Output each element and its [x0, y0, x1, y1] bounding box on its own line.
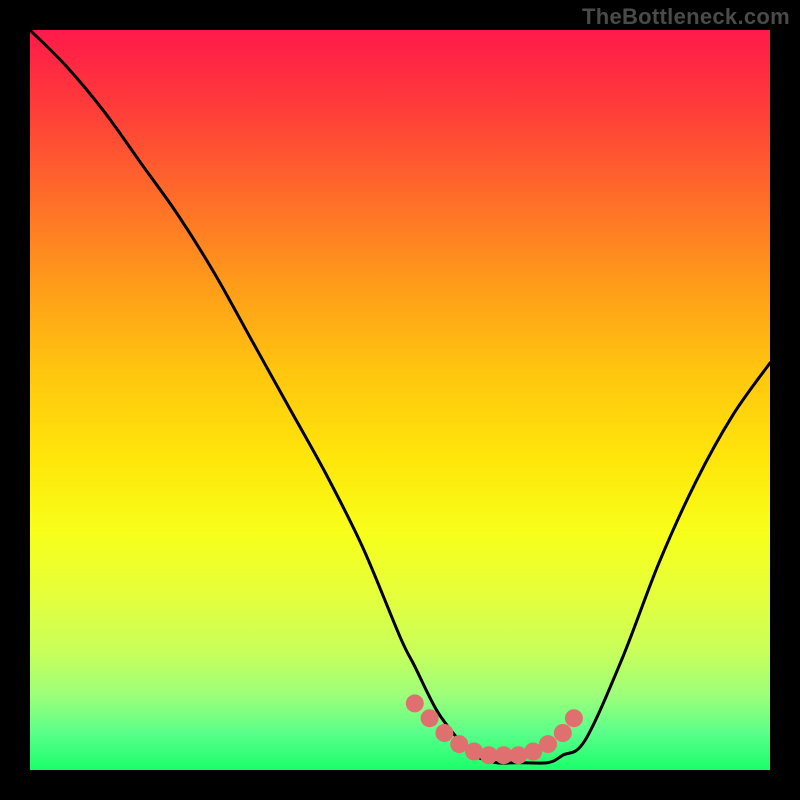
marker-dot	[554, 724, 572, 742]
chart-frame: TheBottleneck.com	[0, 0, 800, 800]
marker-dot	[565, 709, 583, 727]
watermark-text: TheBottleneck.com	[582, 4, 790, 30]
marker-dot	[539, 735, 557, 753]
marker-dot	[435, 724, 453, 742]
curve-svg	[30, 30, 770, 770]
bottleneck-curve-path	[30, 30, 770, 763]
marker-dot	[421, 709, 439, 727]
plot-area	[30, 30, 770, 770]
marker-dot	[406, 694, 424, 712]
